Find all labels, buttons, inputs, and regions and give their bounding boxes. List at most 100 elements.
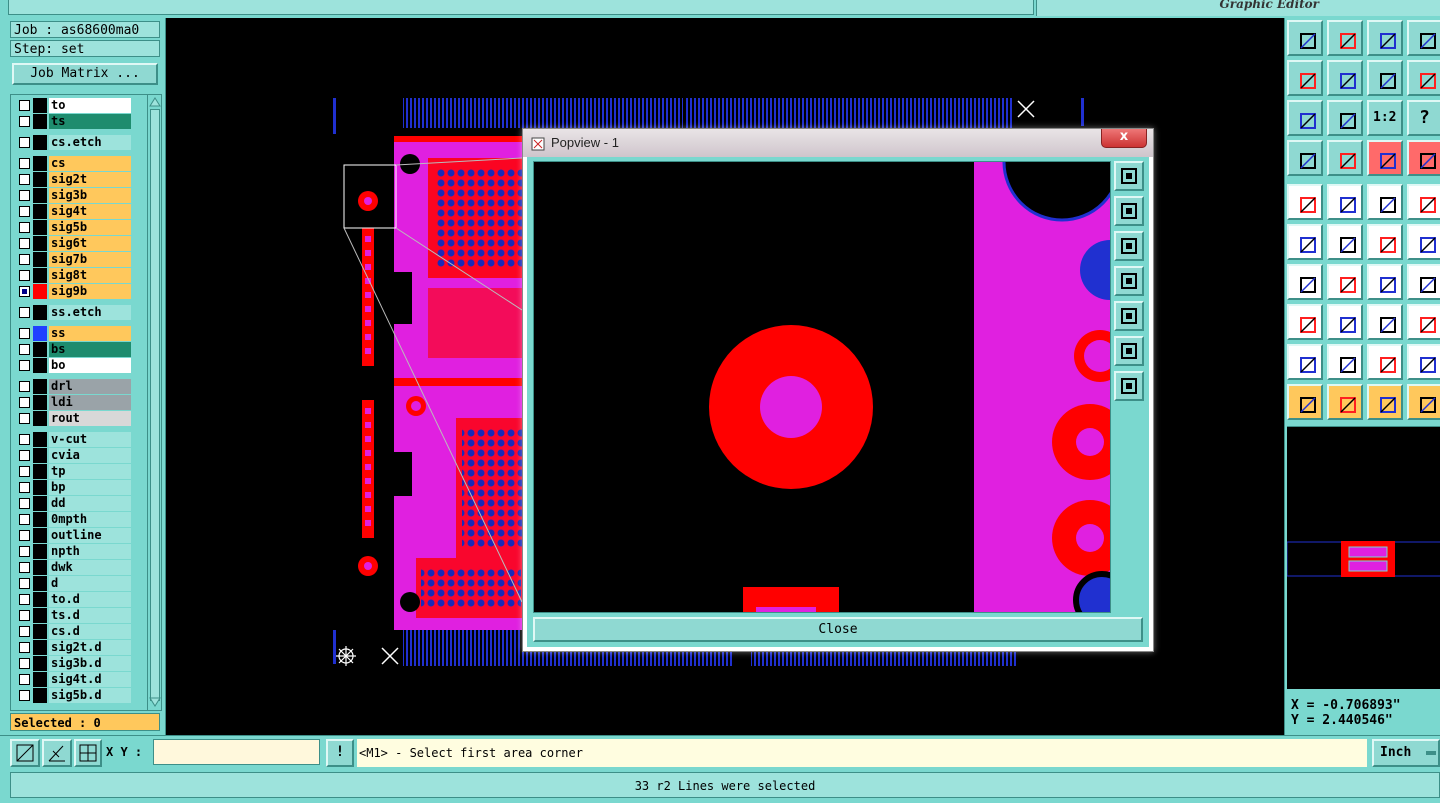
layer-row-sig4t[interactable]: sig4t [15,204,133,219]
layer-name[interactable]: sig6t [49,236,131,251]
layer-row-cvia[interactable]: cvia [15,448,133,463]
save-button[interactable] [1327,20,1363,56]
layer-name[interactable]: ss.etch [49,305,131,320]
layer-checkbox[interactable] [19,578,30,589]
layers-alt-button[interactable] [1407,140,1440,176]
layer-checkbox[interactable] [19,307,30,318]
net-button[interactable] [1287,224,1323,260]
layer-row-sig8t[interactable]: sig8t [15,268,133,283]
move-button[interactable] [1287,304,1323,340]
layer-checkbox[interactable] [19,190,30,201]
layer-row-sig2t.d[interactable]: sig2t.d [15,640,133,655]
arch-button[interactable] [1367,344,1403,380]
layer-row-sig6t[interactable]: sig6t [15,236,133,251]
pan-left-button[interactable] [1287,60,1323,96]
layer-scrollbar[interactable] [147,95,161,710]
layer-checkbox[interactable] [19,413,30,424]
feature-button[interactable] [1327,184,1363,220]
layer-name[interactable]: tp [49,464,131,479]
layer-checkbox[interactable] [19,674,30,685]
layer-name[interactable]: npth [49,544,131,559]
layers-button[interactable] [1367,140,1403,176]
line-angle-button[interactable] [1287,264,1323,300]
measure-button[interactable] [1367,304,1403,340]
layer-checkbox[interactable] [19,137,30,148]
layer-row-bs[interactable]: bs [15,342,133,357]
one-to-two-button[interactable]: 1:2 [1367,100,1403,136]
layer-checkbox[interactable] [19,222,30,233]
fit-all-button[interactable] [1114,336,1144,366]
layer-name[interactable]: sig5b [49,220,131,235]
layer-name[interactable]: to.d [49,592,131,607]
layer-name[interactable]: sig2t.d [49,640,131,655]
layer-row-dwk[interactable]: dwk [15,560,133,575]
layer-row-v-cut[interactable]: v-cut [15,432,133,447]
window-button[interactable] [1407,20,1440,56]
layer-checkbox[interactable] [19,238,30,249]
help-button[interactable]: ? [1407,100,1440,136]
layer-row-0mpth[interactable]: 0mpth [15,512,133,527]
layer-row-sig5b.d[interactable]: sig5b.d [15,688,133,703]
scroll-up-icon[interactable] [149,96,161,108]
layer-name[interactable]: ts [49,114,131,129]
cross-arc-button[interactable] [1407,344,1440,380]
layer-row-drl[interactable]: drl [15,379,133,394]
pad-button[interactable] [1287,184,1323,220]
layer-row-cs[interactable]: cs [15,156,133,171]
grid-mode-button[interactable] [74,739,102,767]
layer-checkbox[interactable] [19,434,30,445]
circle-button[interactable] [1407,184,1440,220]
layer-row-sig5b[interactable]: sig5b [15,220,133,235]
layer-name[interactable]: sig8t [49,268,131,283]
open-button[interactable] [1287,20,1323,56]
select-path-button[interactable] [1407,384,1440,420]
layer-name[interactable]: rout [49,411,131,426]
xy-input[interactable] [153,739,320,765]
layer-row-sig2t[interactable]: sig2t [15,172,133,187]
layer-checkbox[interactable] [19,482,30,493]
exclaim-button[interactable]: ! [326,739,354,767]
layer-row-rout[interactable]: rout [15,411,133,426]
layer-checkbox[interactable] [19,344,30,355]
layer-name[interactable]: dwk [49,560,131,575]
layer-row-sig4t.d[interactable]: sig4t.d [15,672,133,687]
layer-checkbox[interactable] [19,690,30,701]
layer-checkbox[interactable] [19,174,30,185]
layer-row-sig7b[interactable]: sig7b [15,252,133,267]
arc-button[interactable] [1327,344,1363,380]
layer-name[interactable]: bs [49,342,131,357]
layer-row-sig3b.d[interactable]: sig3b.d [15,656,133,671]
layer-name[interactable]: sig7b [49,252,131,267]
layer-checkbox[interactable] [19,286,30,297]
fit-button[interactable] [1287,100,1323,136]
connect-button[interactable] [1367,224,1403,260]
select-button[interactable] [1287,384,1323,420]
layer-row-ts[interactable]: ts [15,114,133,129]
layer-row-bo[interactable]: bo [15,358,133,373]
layer-checkbox[interactable] [19,254,30,265]
layer-name[interactable]: cvia [49,448,131,463]
layer-checkbox[interactable] [19,610,30,621]
layer-checkbox[interactable] [19,270,30,281]
layer-checkbox[interactable] [19,116,30,127]
redo-button[interactable] [1407,60,1440,96]
layer-row-ts.d[interactable]: ts.d [15,608,133,623]
layer-checkbox[interactable] [19,514,30,525]
layer-checkbox[interactable] [19,360,30,371]
layer-checkbox[interactable] [19,100,30,111]
snap-center-button[interactable] [1327,224,1363,260]
layer-row-ss.etch[interactable]: ss.etch [15,305,133,320]
layer-name[interactable]: sig4t.d [49,672,131,687]
config-button[interactable] [1287,140,1323,176]
layer-name[interactable]: drl [49,379,131,394]
layer-name[interactable]: sig9b [49,284,131,299]
popview-close-button[interactable]: Close [533,617,1143,642]
angle-mode-button[interactable] [42,739,72,767]
layer-name[interactable]: ss [49,326,131,341]
layer-checkbox[interactable] [19,466,30,477]
layer-name[interactable]: 0mpth [49,512,131,527]
layer-name[interactable]: bo [49,358,131,373]
layer-checkbox[interactable] [19,626,30,637]
layer-row-dd[interactable]: dd [15,496,133,511]
layer-name[interactable]: cs.etch [49,135,131,150]
